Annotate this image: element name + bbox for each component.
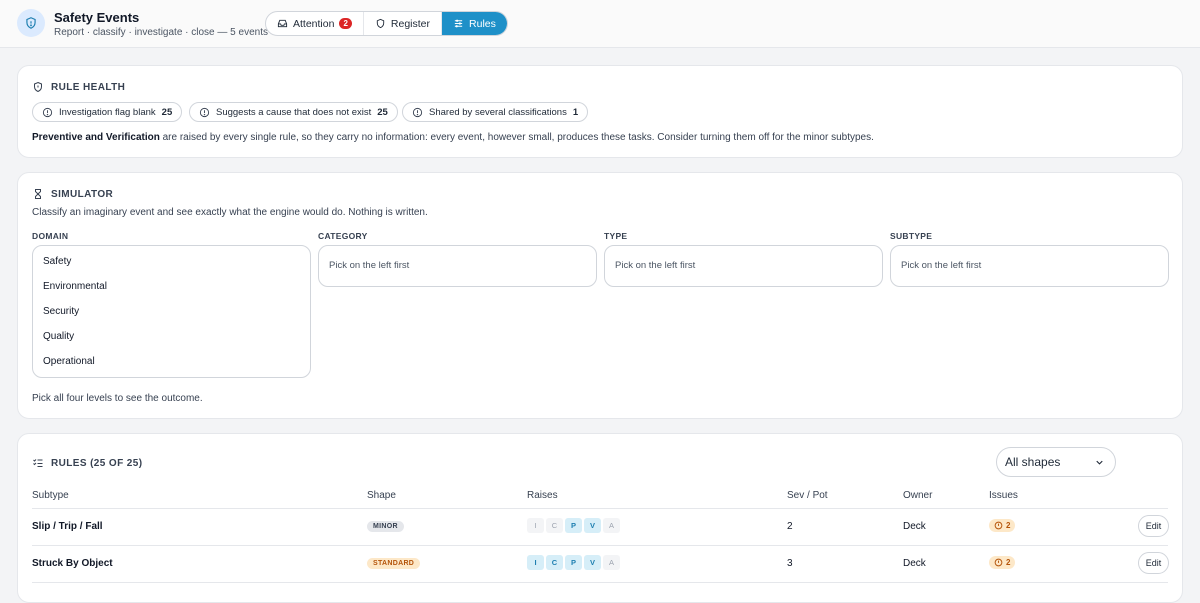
- raise-flag: A: [603, 518, 620, 533]
- tab-rules[interactable]: Rules: [442, 12, 507, 35]
- raises-flags: I C P V A: [527, 518, 620, 533]
- col-raises[interactable]: Raises: [527, 490, 558, 501]
- issues-badge[interactable]: 2: [989, 556, 1016, 569]
- shield-icon: [376, 18, 385, 29]
- rule-health-title: RULE HEALTH: [51, 81, 126, 93]
- raise-flag: C: [546, 518, 563, 533]
- top-bar: Safety Events Report · classify · invest…: [0, 0, 1200, 48]
- inbox-icon: [277, 19, 288, 28]
- chip-shared-classifications[interactable]: Shared by several classifications 1: [402, 102, 589, 122]
- shield-icon: [17, 9, 45, 37]
- alert-circle-icon: [412, 107, 423, 117]
- edit-rule-button[interactable]: Edit: [1138, 552, 1169, 574]
- hourglass-icon: [35, 189, 41, 199]
- chip-label: Investigation flag blank: [59, 106, 156, 118]
- rule-health-note: Preventive and Verification are raised b…: [32, 132, 874, 143]
- chip-label: Shared by several classifications: [429, 106, 567, 118]
- sev-pot-value: 3: [787, 558, 793, 569]
- domain-option[interactable]: Operational: [33, 349, 310, 374]
- note-emphasis: Preventive and Verification: [32, 132, 160, 143]
- subtype-label: SUBTYPE: [890, 231, 933, 241]
- raise-flag: I: [527, 518, 544, 533]
- raise-flag: P: [565, 555, 582, 570]
- domain-label: DOMAIN: [32, 231, 69, 241]
- rule-subtype: Struck By Object: [32, 558, 113, 569]
- note-text: are raised by every single rule, so they…: [159, 132, 874, 143]
- app-subtitle: Report · classify · investigate · close …: [54, 27, 268, 38]
- owner-value: Deck: [903, 521, 926, 532]
- domain-option[interactable]: Security: [33, 299, 310, 324]
- domain-option[interactable]: Quality: [33, 324, 310, 349]
- raise-flag: P: [565, 518, 582, 533]
- attention-count-badge: 2: [339, 18, 352, 29]
- chip-missing-cause[interactable]: Suggests a cause that does not exist 25: [189, 102, 398, 122]
- simulator-card: SIMULATOR Classify an imaginary event an…: [17, 172, 1183, 419]
- col-owner[interactable]: Owner: [903, 490, 932, 501]
- type-label: TYPE: [604, 231, 628, 241]
- alert-circle-icon: [994, 558, 1003, 567]
- subtype-placeholder: Pick on the left first: [901, 260, 982, 271]
- domain-option[interactable]: Environmental: [33, 274, 310, 299]
- rules-title: RULES (25 OF 25): [51, 457, 143, 469]
- view-tabs: Attention 2 Register Rules: [265, 11, 508, 36]
- chip-investigation-flag[interactable]: Investigation flag blank 25: [32, 102, 183, 122]
- app-title: Safety Events: [54, 10, 140, 25]
- domain-picker: Safety Environmental Security Quality Op…: [32, 245, 311, 378]
- tab-rules-label: Rules: [469, 17, 496, 30]
- rule-health-card: RULE HEALTH Investigation flag blank 25 …: [17, 65, 1183, 158]
- edit-rule-button[interactable]: Edit: [1138, 515, 1169, 537]
- header-divider: [32, 508, 1168, 509]
- rules-card: RULES (25 OF 25) All shapes Subtype Shap…: [17, 433, 1183, 603]
- list-check-icon: [33, 459, 43, 467]
- rules-heading: RULES (25 OF 25): [32, 457, 142, 469]
- chip-count: 25: [377, 106, 388, 118]
- type-picker[interactable]: Pick on the left first: [604, 245, 883, 287]
- simulator-footer: Pick all four levels to see the outcome.: [32, 393, 203, 404]
- category-picker[interactable]: Pick on the left first: [318, 245, 597, 287]
- shape-badge: MINOR: [367, 521, 404, 532]
- col-issues[interactable]: Issues: [989, 490, 1018, 501]
- raise-flag: V: [584, 518, 601, 533]
- domain-option[interactable]: Safety: [33, 249, 310, 274]
- raises-flags: I C P V A: [527, 555, 620, 570]
- category-label: CATEGORY: [318, 231, 368, 241]
- simulator-heading: SIMULATOR: [32, 188, 113, 200]
- issues-count: 2: [1006, 521, 1011, 530]
- raise-flag: A: [603, 555, 620, 570]
- raise-flag: I: [527, 555, 544, 570]
- shape-filter-value: All shapes: [1005, 455, 1061, 469]
- shape-filter-select[interactable]: All shapes: [996, 447, 1116, 477]
- subtype-picker[interactable]: Pick on the left first: [890, 245, 1169, 287]
- rule-subtype: Slip / Trip / Fall: [32, 521, 103, 532]
- col-sev-pot[interactable]: Sev / Pot: [787, 490, 828, 501]
- type-placeholder: Pick on the left first: [615, 260, 696, 271]
- alert-circle-icon: [199, 107, 210, 117]
- tab-register[interactable]: Register: [364, 12, 443, 35]
- row-divider: [32, 545, 1168, 546]
- issues-badge[interactable]: 2: [989, 519, 1016, 532]
- tab-register-label: Register: [390, 17, 431, 30]
- tab-attention[interactable]: Attention 2: [266, 12, 364, 35]
- col-shape[interactable]: Shape: [367, 490, 396, 501]
- category-placeholder: Pick on the left first: [329, 260, 410, 271]
- alert-circle-icon: [994, 521, 1003, 530]
- simulator-description: Classify an imaginary event and see exac…: [32, 207, 428, 218]
- alert-circle-icon: [42, 107, 53, 117]
- owner-value: Deck: [903, 558, 926, 569]
- shape-badge: STANDARD: [367, 558, 421, 569]
- shield-icon: [34, 81, 42, 93]
- tab-attention-label: Attention: [293, 17, 335, 30]
- raise-flag: C: [546, 555, 563, 570]
- chevron-down-icon: [1096, 460, 1103, 465]
- sliders-icon: [454, 19, 463, 28]
- chip-count: 1: [572, 106, 579, 118]
- chip-label: Suggests a cause that does not exist: [216, 106, 372, 118]
- simulator-title: SIMULATOR: [51, 188, 114, 200]
- rule-health-heading: RULE HEALTH: [32, 81, 125, 93]
- chip-count: 25: [161, 106, 173, 118]
- raise-flag: V: [584, 555, 601, 570]
- issues-count: 2: [1006, 558, 1011, 567]
- sev-pot-value: 2: [787, 521, 793, 532]
- col-subtype[interactable]: Subtype: [32, 490, 69, 501]
